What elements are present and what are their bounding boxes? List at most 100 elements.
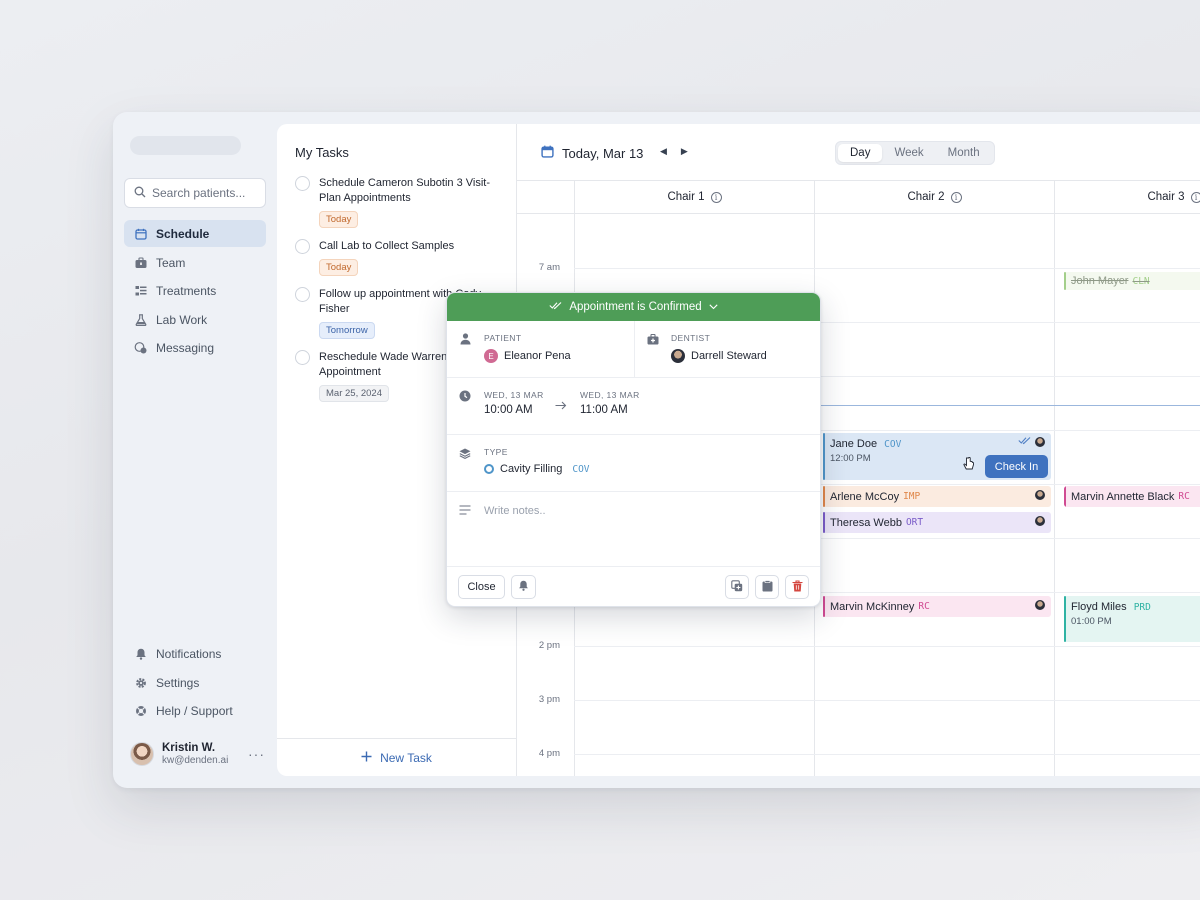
appointment-details-popover: Appointment is Confirmed PATIENT E Elean… [446, 292, 821, 607]
sidebar-item-lab-work[interactable]: Lab Work [124, 306, 266, 333]
appointment-patient: Marvin Annette Black [1071, 490, 1175, 503]
search-input[interactable]: Search patients... [124, 178, 266, 208]
next-arrow-icon[interactable]: ▶ [681, 146, 688, 157]
chair-column-header: Chair 2 i [814, 181, 1054, 214]
plus-icon [361, 751, 372, 765]
medical-bag-icon [647, 333, 659, 345]
appointment-card[interactable]: Jane Doe COV 12:00 PM Check In [823, 433, 1051, 480]
appointment-card[interactable]: Marvin McKinney RC [823, 596, 1051, 617]
double-check-icon [549, 301, 562, 313]
status-dropdown[interactable]: Appointment is Confirmed [447, 293, 820, 321]
duplicate-button[interactable] [725, 575, 749, 599]
appointment-color-bar [1064, 486, 1066, 507]
person-icon [459, 333, 471, 345]
appointment-card[interactable]: John Mayer CLN [1064, 272, 1200, 290]
appointment-color-bar [823, 596, 825, 617]
patient-avatar: E [484, 349, 498, 363]
info-icon[interactable]: i [950, 191, 962, 203]
calendar-icon [134, 227, 147, 240]
task-checkbox[interactable] [295, 239, 310, 254]
new-task-button[interactable]: New Task [277, 738, 516, 776]
task-checkbox[interactable] [295, 350, 310, 365]
time-label: 3 pm [538, 694, 560, 705]
appointment-card[interactable]: Floyd Miles PRD 01:00 PM [1064, 596, 1200, 642]
appointment-code: ORT [905, 517, 924, 528]
sidebar-item-label: Lab Work [156, 312, 208, 327]
delete-button[interactable] [785, 575, 809, 599]
view-week[interactable]: Week [882, 144, 935, 162]
appointment-patient: Jane Doe [830, 438, 878, 450]
task-checkbox[interactable] [295, 176, 310, 191]
sidebar-item-label: Team [156, 255, 186, 270]
start-time-field[interactable]: WED, 13 MAR 10:00 AM [484, 390, 544, 416]
dentist-field[interactable]: DENTIST Darrell Steward [671, 333, 767, 363]
layers-icon [459, 447, 471, 459]
appointment-color-bar [823, 433, 825, 480]
view-month[interactable]: Month [936, 144, 992, 162]
notes-input[interactable]: Write notes.. [484, 505, 546, 517]
new-task-label: New Task [380, 750, 432, 765]
sidebar-item-messaging[interactable]: Messaging [124, 334, 266, 361]
today-button[interactable]: Today, Mar 13 [541, 145, 643, 161]
start-time: 10:00 AM [484, 404, 533, 416]
close-button[interactable]: Close [458, 575, 505, 599]
divider [634, 321, 635, 378]
sidebar-item-treatments[interactable]: Treatments [124, 277, 266, 304]
hour-line [574, 268, 1200, 269]
column-divider [1054, 181, 1055, 776]
notes-row: Write notes.. [447, 492, 820, 567]
current-date-label: Today, Mar 13 [562, 145, 644, 161]
task-due-badge: Tomorrow [319, 322, 375, 339]
reminder-button[interactable] [511, 575, 536, 599]
sidebar-item-schedule[interactable]: Schedule [124, 220, 266, 247]
sidebar-item-notifications[interactable]: Notifications [124, 640, 266, 667]
time-label: 4 pm [538, 748, 560, 759]
type-field[interactable]: TYPE Cavity Filling COV [484, 447, 590, 475]
sidebar-item-label: Treatments [156, 283, 217, 298]
appointment-code: PRD [1133, 602, 1151, 613]
appointment-code: CLN [1132, 275, 1150, 287]
people-row: PATIENT E Eleanor Pena DENTIST Darrell S… [447, 321, 820, 378]
current-time-indicator [817, 405, 1200, 406]
chevron-down-icon [709, 301, 718, 313]
appointment-time: 01:00 PM [1071, 616, 1112, 627]
info-icon[interactable]: i [1190, 191, 1200, 203]
clipboard-button[interactable] [755, 575, 779, 599]
flask-icon [134, 313, 147, 326]
calendar-icon [541, 145, 554, 161]
hour-line [574, 646, 1200, 647]
previous-arrow-icon[interactable]: ◀ [660, 146, 667, 157]
appointment-color-bar [1064, 596, 1066, 642]
check-in-button[interactable]: Check In [985, 455, 1048, 478]
sidebar-item-label: Schedule [156, 226, 210, 241]
sidebar-item-help[interactable]: Help / Support [124, 697, 266, 724]
pointer-cursor-icon [963, 456, 975, 474]
chair-column-header: Chair 3 i [1054, 181, 1200, 214]
time-label: 7 am [538, 262, 560, 273]
patient-label: PATIENT [484, 333, 522, 343]
appointment-patient: Arlene McCoy [830, 490, 900, 503]
appointment-patient: Theresa Webb [830, 516, 902, 529]
appointment-card[interactable]: Marvin Annette Black RC [1064, 486, 1200, 507]
task-checkbox[interactable] [295, 287, 310, 302]
appointment-color-bar [823, 512, 825, 533]
appointment-card[interactable]: Arlene McCoy IMP [823, 486, 1051, 507]
type-color-dot [484, 464, 494, 474]
sidebar-item-label: Settings [156, 675, 200, 690]
sidebar-item-label: Messaging [156, 340, 215, 355]
sidebar-item-settings[interactable]: Settings [124, 669, 266, 696]
sidebar-item-team[interactable]: Team [124, 249, 266, 276]
dentist-avatar [1035, 437, 1045, 447]
chat-icon [134, 341, 147, 354]
appointment-patient: John Mayer [1071, 275, 1129, 287]
user-profile[interactable]: Kristin W. kw@denden.ai ··· [130, 742, 265, 766]
patient-field[interactable]: PATIENT E Eleanor Pena [484, 333, 571, 363]
view-switcher: Day Week Month [835, 141, 995, 165]
info-icon[interactable]: i [710, 191, 722, 203]
more-options-icon[interactable]: ··· [248, 746, 265, 762]
appointment-card[interactable]: Theresa Webb ORT [823, 512, 1051, 533]
view-day[interactable]: Day [838, 144, 883, 162]
sidebar-item-label: Help / Support [156, 703, 233, 718]
chair-name: Chair 2 [907, 191, 945, 203]
end-time-field[interactable]: WED, 13 MAR 11:00 AM [580, 390, 640, 416]
